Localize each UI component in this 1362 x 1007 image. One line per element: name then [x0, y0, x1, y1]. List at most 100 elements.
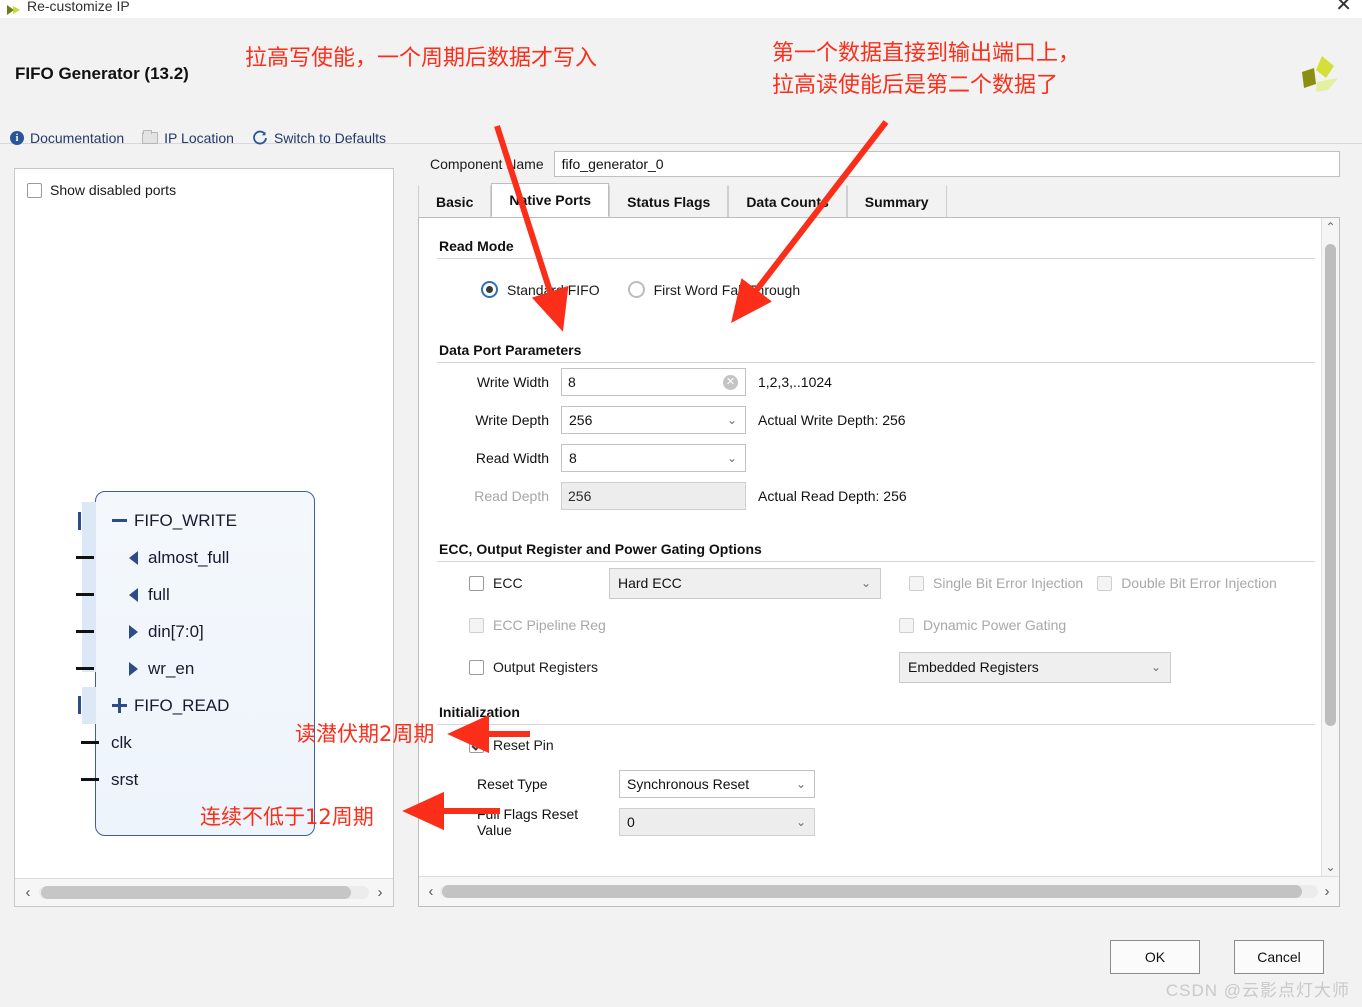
tab-native-ports[interactable]: Native Ports — [491, 183, 610, 217]
ecc-mode-value: Hard ECC — [618, 575, 682, 591]
xilinx-arrow-icon — [6, 3, 22, 16]
cancel-button[interactable]: Cancel — [1234, 940, 1324, 974]
vscroll-track[interactable] — [1325, 238, 1336, 856]
port-list: FIFO_WRITE almost_full full din[7:0] wr_… — [76, 492, 314, 798]
settings-hscrollbar[interactable]: ‹ › — [419, 876, 1339, 906]
read-mode-title: Read Mode — [439, 238, 514, 254]
tab-data-counts[interactable]: Data Counts — [728, 185, 847, 217]
double-bit-error-injection-label: Double Bit Error Injection — [1121, 575, 1277, 591]
error-injection-group: Single Bit Error Injection Double Bit Er… — [909, 575, 1277, 591]
scroll-right-icon[interactable]: › — [371, 884, 389, 901]
port-srst: srst — [81, 761, 314, 798]
watermark: CSDN @云影点灯大师 — [1165, 981, 1350, 1000]
scroll-left-icon[interactable]: ‹ — [19, 884, 37, 901]
pin-stub-icon — [81, 741, 99, 744]
scroll-right-icon[interactable]: › — [1318, 883, 1336, 900]
tab-summary[interactable]: Summary — [846, 185, 947, 217]
reset-pin-checkbox-row[interactable]: Reset Pin — [469, 737, 554, 753]
reset-pin-label: Reset Pin — [493, 737, 554, 753]
component-name-row: Component Name fifo_generator_0 — [418, 144, 1340, 184]
radio-standard-fifo-label: Standard FIFO — [507, 281, 600, 298]
radio-standard-fifo[interactable] — [481, 281, 498, 298]
port-din: din[7:0] — [76, 613, 314, 650]
read-depth-row: Read Depth 256 Actual Read Depth: 256 — [435, 477, 1321, 515]
chevron-down-icon: ⌄ — [795, 777, 806, 791]
scroll-left-icon[interactable]: ‹ — [422, 883, 440, 900]
ecc-label: ECC — [493, 575, 523, 591]
show-disabled-ports-checkbox[interactable] — [27, 182, 42, 198]
write-width-hint: 1,2,3,..1024 — [758, 374, 832, 390]
reset-type-select[interactable]: Synchronous Reset ⌄ — [619, 770, 815, 798]
config-panel: Component Name fifo_generator_0 Basic Na… — [418, 144, 1340, 907]
initialization-title: Initialization — [439, 704, 520, 720]
port-label: FIFO_READ — [134, 695, 230, 715]
chevron-down-icon: ⌄ — [1150, 660, 1161, 674]
show-disabled-ports-row[interactable]: Show disabled ports — [15, 169, 393, 198]
port-label: almost_full — [148, 547, 230, 567]
output-registers-label: Output Registers — [493, 659, 599, 675]
full-flags-reset-value-row: Full Flags Reset Value 0 ⌄ — [435, 803, 1321, 841]
ecc-pipeline-row: ECC Pipeline Reg Dynamic Power Gating — [435, 604, 1321, 646]
write-depth-row: Write Depth 256 ⌄ Actual Write Depth: 25… — [435, 401, 1321, 439]
chevron-down-icon: ⌄ — [860, 576, 871, 590]
vscroll-thumb[interactable] — [1325, 244, 1336, 727]
radio-first-word-fall-through[interactable] — [627, 281, 645, 298]
ip-block-diagram: FIFO_WRITE almost_full full din[7:0] wr_… — [15, 209, 393, 872]
reset-type-value: Synchronous Reset — [627, 776, 750, 792]
settings-vscrollbar[interactable]: ⌃ ⌄ — [1321, 218, 1339, 876]
ecc-pipeline-reg-checkbox — [469, 617, 484, 633]
hscroll-track[interactable] — [39, 886, 369, 899]
ok-button[interactable]: OK — [1110, 940, 1200, 974]
read-width-row: Read Width 8 ⌄ — [435, 439, 1321, 477]
hscroll-thumb[interactable] — [41, 886, 352, 899]
scroll-up-icon[interactable]: ⌃ — [1325, 218, 1335, 236]
double-bit-error-injection-checkbox — [1097, 575, 1113, 591]
read-width-value: 8 — [569, 450, 577, 466]
dialog-content: Show disabled ports FIFO_WRITE almost_fu… — [0, 144, 1362, 929]
embedded-registers-value: Embedded Registers — [908, 659, 1039, 675]
close-icon[interactable]: ✕ — [1335, 0, 1352, 15]
write-width-input[interactable]: 8 ✕ — [561, 368, 746, 396]
settings-scroll-area: Read Mode Standard FIFO First Word Fall … — [419, 218, 1321, 876]
bus-shade — [82, 687, 96, 724]
component-name-input[interactable]: fifo_generator_0 — [553, 151, 1340, 177]
clear-icon[interactable]: ✕ — [723, 374, 738, 390]
port-fifo-write[interactable]: FIFO_WRITE — [78, 502, 314, 672]
actual-write-depth-text: Actual Write Depth: 256 — [758, 412, 906, 428]
single-bit-error-injection-checkbox — [909, 575, 924, 591]
port-fifo-read[interactable]: FIFO_READ — [78, 687, 314, 724]
reset-pin-checkbox[interactable] — [469, 737, 484, 753]
output-registers-checkbox[interactable] — [469, 659, 484, 675]
port-full: full — [76, 576, 314, 613]
tab-basic[interactable]: Basic — [418, 185, 492, 217]
output-registers-checkbox-row[interactable]: Output Registers — [469, 659, 899, 675]
scroll-down-icon[interactable]: ⌄ — [1325, 858, 1335, 876]
write-depth-select[interactable]: 256 ⌄ — [561, 406, 746, 434]
hscroll-track[interactable] — [440, 885, 1318, 898]
page-title: FIFO Generator (13.2) — [15, 64, 189, 83]
component-name-label: Component Name — [430, 156, 544, 172]
ecc-mode-select: Hard ECC ⌄ — [609, 567, 881, 599]
input-arrow-icon — [118, 624, 148, 639]
chevron-down-icon: ⌄ — [795, 815, 806, 829]
tab-panel-body: Read Mode Standard FIFO First Word Fall … — [418, 218, 1340, 907]
hscroll-thumb[interactable] — [442, 885, 1303, 898]
reset-type-label: Reset Type — [477, 776, 548, 792]
left-panel-hscrollbar[interactable]: ‹ › — [15, 878, 393, 906]
tabbar: Basic Native Ports Status Flags Data Cou… — [418, 183, 1340, 218]
output-arrow-icon — [118, 550, 148, 565]
collapse-minus-icon[interactable] — [104, 519, 134, 522]
tab-status-flags[interactable]: Status Flags — [609, 185, 729, 217]
ecc-checkbox[interactable] — [469, 575, 484, 591]
expand-plus-icon[interactable] — [104, 698, 134, 713]
ecc-checkbox-row[interactable]: ECC — [469, 575, 609, 591]
ip-symbol-panel: Show disabled ports FIFO_WRITE almost_fu… — [14, 168, 394, 907]
port-label: din[7:0] — [148, 621, 204, 641]
read-width-label: Read Width — [475, 450, 549, 466]
show-disabled-ports-label: Show disabled ports — [50, 182, 177, 198]
pin-stub-icon — [76, 630, 94, 633]
port-label: wr_en — [148, 658, 195, 678]
re-customize-ip-window: Re-customize IP ✕ FIFO Generator (13.2) … — [0, 0, 1362, 1007]
reset-pin-row[interactable]: Reset Pin — [435, 725, 1321, 765]
read-width-select[interactable]: 8 ⌄ — [561, 444, 746, 472]
